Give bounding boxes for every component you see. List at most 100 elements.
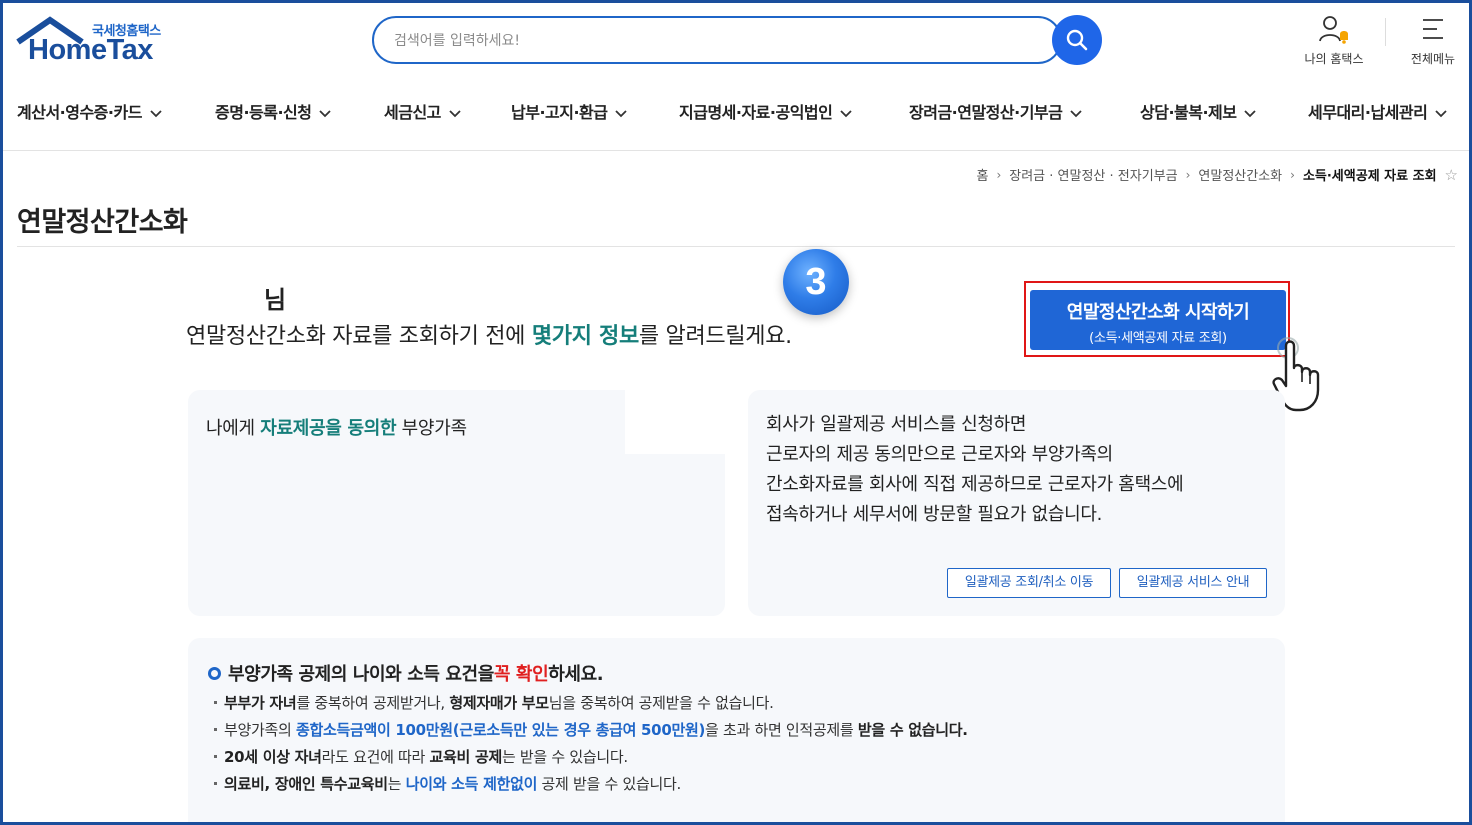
card-left-text-highlight: 자료제공을 동의한 [260,418,397,439]
notice-head-before: 부양가족 공제의 나이와 소득 요건을 [228,664,494,685]
bulk-provision-line: 근로자의 제공 동의만으로 근로자와 부양가족의 [766,444,1113,465]
notice-bold: 형제자매가 부모 [449,694,549,712]
bulk-provision-line: 간소화자료를 회사에 직접 제공하므로 근로자가 홈택스에 [766,474,1184,495]
bulk-provision-description: 회사가 일괄제공 서비스를 신청하면 근로자의 제공 동의만으로 근로자와 부양… [766,410,1184,530]
notice-bold: 20세 이상 자녀 [224,748,322,766]
chevron-down-icon [1070,109,1082,117]
nav-item-label: 계산서·영수증·카드 [17,103,142,122]
bullet-dot-icon [214,701,217,704]
main-nav: 계산서·영수증·카드 증명·등록·신청 세금신고 납부·고지·환급 지급명세·자… [0,94,1472,126]
bulk-service-guide-button[interactable]: 일괄제공 서비스 안내 [1119,568,1267,598]
bulk-provision-card: 회사가 일괄제공 서비스를 신청하면 근로자의 제공 동의만으로 근로자와 부양… [748,390,1285,616]
notice-list: 부부가 자녀를 중복하여 공제받거나, 형제자매가 부모님을 중복하여 공제받을… [214,690,968,798]
nav-item-receipts[interactable]: 계산서·영수증·카드 [17,99,162,123]
notice-bold: 교육비 공제 [429,748,503,766]
my-hometax-label: 나의 홈택스 [1304,52,1364,66]
notice-item: 부부가 자녀를 중복하여 공제받거나, 형제자매가 부모님을 중복하여 공제받을… [214,690,968,717]
nav-item-label: 세금신고 [384,103,441,122]
consented-dependents-card: 나에게 자료제공을 동의한 부양가족 [188,390,725,616]
chevron-down-icon [1435,109,1447,117]
chevron-down-icon [840,109,852,117]
notice-text: 을 초과 하면 인적공제를 [705,721,858,739]
search-icon [1066,29,1088,51]
notice-bold: 의료비, 장애인 특수교육비 [224,775,388,793]
logo-wordmark: HomeTax [28,34,153,66]
chevron-down-icon [150,109,162,117]
nav-item-year-end[interactable]: 장려금·연말정산·기부금 [909,99,1082,123]
title-divider [17,246,1455,247]
bullet-dot-icon [214,782,217,785]
notice-text: 라도 요건에 따라 [321,748,430,766]
nav-item-tax-filing[interactable]: 세금신고 [384,99,461,123]
intro-text-before: 연말정산간소화 자료를 조회하기 전에 [186,324,532,349]
intro-text-after: 를 알려드릴게요. [638,324,792,349]
dependent-requirements-notice: 부양가족 공제의 나이와 소득 요건을 꼭 확인 하세요. 부부가 자녀를 중복하… [188,638,1285,825]
start-button-title: 연말정산간소화 시작하기 [1066,302,1250,323]
intro-text-highlight: 몇가지 정보 [531,324,639,349]
bullet-dot-icon [214,755,217,758]
bulk-provision-line: 접속하거나 세무서에 방문할 필요가 없습니다. [766,504,1103,525]
notice-highlight: 종합소득금액이 100만원(근로소득만 있는 경우 총급여 500만원) [295,721,706,739]
nav-item-label: 지급명세·자료·공익법인 [679,103,833,122]
chevron-down-icon [319,109,332,117]
user-name-suffix: 님 [264,286,287,314]
step-number-badge: 3 [783,249,849,315]
nav-item-tax-agent[interactable]: 세무대리·납세관리 [1308,99,1447,123]
page-title: 연말정산간소화 [17,207,188,238]
chevron-down-icon [615,109,628,117]
nav-item-label: 증명·등록·신청 [215,103,312,122]
notice-heading: 부양가족 공제의 나이와 소득 요건을 꼭 확인 하세요. [208,660,604,686]
notice-head-emphasis: 꼭 [493,664,511,685]
chevron-down-icon [449,109,461,117]
bullet-dot-icon [214,728,217,731]
all-menu-label: 전체메뉴 [1410,52,1456,66]
notice-head-after: 하세요. [548,664,604,685]
notice-text: 공제 받을 수 있습니다. [537,775,682,793]
hometax-logo[interactable]: 국세청홈택스 HomeTax [16,16,176,70]
notice-item: 부양가족의 종합소득금액이 100만원(근로소득만 있는 경우 총급여 500만… [214,717,968,744]
intro-message: 연말정산간소화 자료를 조회하기 전에 몇가지 정보를 알려드릴게요. [186,318,792,350]
card-left-text-after: 부양가족 [396,418,467,439]
header-divider [1385,18,1386,46]
notice-bold: 부부가 자녀 [224,694,297,712]
my-hometax-link[interactable]: 나의 홈택스 [1298,14,1370,67]
nav-item-certificates[interactable]: 증명·등록·신청 [215,99,332,123]
user-bell-icon [1319,16,1348,44]
notice-text: 부양가족의 [224,721,296,739]
notice-text: 는 [387,775,406,793]
bulk-provision-line: 회사가 일괄제공 서비스를 신청하면 [766,414,1027,435]
notice-item: 의료비, 장애인 특수교육비는 나이와 소득 제한없이 공제 받을 수 있습니다… [214,771,968,798]
notice-item: 20세 이상 자녀라도 요건에 따라 교육비 공제는 받을 수 있습니다. [214,744,968,771]
breadcrumb-year-end[interactable]: 장려금 · 연말정산 · 전자기부금 [1009,165,1177,184]
breadcrumb-current: 소득·세액공제 자료 조회 [1302,169,1437,184]
search-button[interactable] [1052,15,1102,65]
search-bar [372,16,1062,64]
card-left-text-before: 나에게 [206,418,261,439]
card-blank-area [625,390,725,454]
start-button-subtitle: (소득·세액공제 자료 조회) [1089,331,1227,346]
circle-bullet-icon [208,666,221,680]
nav-item-label: 장려금·연말정산·기부금 [909,103,1063,122]
breadcrumb-simplified[interactable]: 연말정산간소화 [1198,165,1282,184]
search-input[interactable] [394,30,1034,52]
notice-bold: 받을 수 없습니다. [857,721,968,739]
breadcrumb-home[interactable]: 홈 [976,165,988,184]
hamburger-menu-icon [1423,19,1443,39]
chevron-down-icon [1244,109,1257,117]
notice-text: 님을 중복하여 공제받을 수 없습니다. [548,694,774,712]
start-simplified-service-button[interactable]: 연말정산간소화 시작하기 (소득·세액공제 자료 조회) [1030,290,1286,350]
notice-text: 를 중복하여 공제받거나, [296,694,450,712]
all-menu-button[interactable]: 전체메뉴 [1400,14,1466,67]
nav-item-statements[interactable]: 지급명세·자료·공익법인 [679,99,852,123]
notice-highlight: 나이와 소득 제한없이 [405,775,538,793]
nav-item-payment[interactable]: 납부·고지·환급 [511,99,628,123]
notice-text: 는 받을 수 있습니다. [501,748,628,766]
bulk-lookup-cancel-button[interactable]: 일괄제공 조회/취소 이동 [947,568,1111,598]
notice-head-emphasis: 확인 [515,664,549,685]
nav-divider [0,150,1472,151]
nav-item-consultation[interactable]: 상담·불복·제보 [1140,99,1257,123]
breadcrumb-separator: › [996,167,1002,182]
nav-item-label: 세무대리·납세관리 [1308,103,1428,122]
breadcrumb-separator: › [1185,167,1191,182]
favorite-star-icon[interactable]: ☆ [1445,166,1458,184]
